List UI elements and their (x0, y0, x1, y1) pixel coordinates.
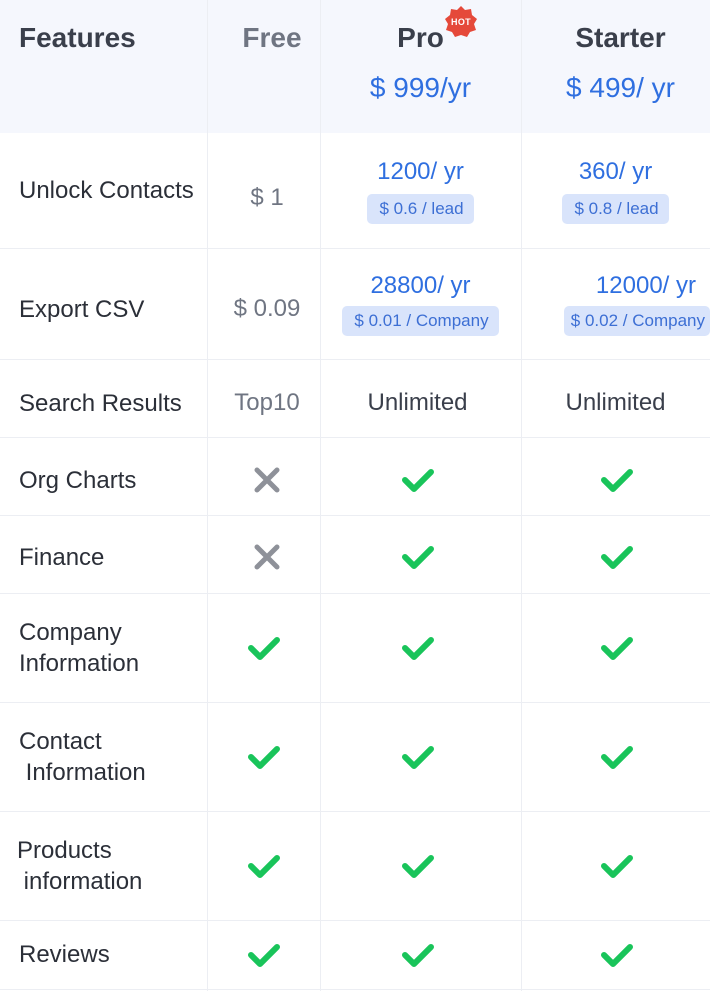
pro-cell (320, 593, 515, 702)
table-row-label: Products information (0, 811, 207, 920)
check-icon (401, 943, 434, 967)
starter-unit-price-chip: $ 0.02 / Company (563, 305, 710, 336)
table-row-label: Org Charts (0, 437, 207, 523)
table-row-label: Finance (0, 515, 207, 599)
feature-label: Finance (19, 543, 105, 571)
table-row-label: Company Information (0, 593, 207, 702)
feature-label: Export CSV (19, 295, 145, 323)
table-row-label: Export CSV (0, 248, 207, 370)
row-divider (0, 989, 710, 990)
free-value: $ 0.09 (233, 295, 301, 322)
pro-cell: 28800/ yr $ 0.01 / Company (320, 248, 521, 359)
check-icon (401, 469, 434, 492)
table-row-label: Reviews (0, 920, 207, 989)
starter-unit-price-chip: $ 0.8 / lead (562, 193, 669, 224)
check-icon (401, 745, 434, 769)
starter-cell (521, 515, 710, 599)
starter-cell (521, 437, 710, 523)
pro-cell: 1200/ yr $ 0.6 / lead (320, 133, 521, 248)
pro-value: Unlimited (367, 389, 468, 416)
feature-label: Search Results (19, 389, 182, 417)
starter-value: Unlimited (565, 389, 666, 416)
feature-label-line2: Information (19, 758, 146, 786)
check-icon (600, 546, 633, 569)
pro-value: 1200/ yr (377, 157, 464, 185)
starter-cell (521, 920, 710, 989)
pro-cell (320, 811, 515, 920)
starter-value: 360/ yr (578, 157, 653, 185)
check-icon (247, 943, 280, 967)
pricing-comparison-table: Features Free Pro $ 999/yr HOT Starter $… (0, 0, 710, 991)
check-icon (600, 745, 633, 769)
free-cell (207, 920, 320, 989)
check-icon (600, 636, 633, 660)
pro-cell (320, 437, 515, 523)
feature-label-line2: Information (19, 649, 140, 677)
free-cell (207, 702, 320, 811)
free-cell (207, 515, 327, 599)
check-icon (600, 943, 633, 967)
pro-plan-price: $ 999/yr (369, 72, 472, 103)
check-icon (247, 636, 280, 660)
starter-cell (521, 702, 710, 811)
hot-badge-icon: HOT (444, 5, 478, 39)
feature-label-line1: Company (19, 618, 122, 646)
table-row-label: Unlock Contacts (0, 133, 207, 248)
free-cell (207, 811, 320, 920)
pro-cell (320, 920, 515, 989)
check-icon (247, 854, 280, 878)
table-row-label: Search Results (0, 359, 207, 447)
starter-cell: 360/ yr $ 0.8 / lead (521, 133, 710, 248)
feature-label: Org Charts (19, 466, 137, 494)
free-cell (207, 437, 327, 523)
hot-badge-text: HOT (451, 17, 471, 27)
pro-cell (320, 702, 515, 811)
free-cell: $ 0.09 (207, 248, 327, 370)
free-plan-header: Free (207, 18, 337, 58)
check-icon (401, 546, 434, 569)
starter-cell: Unlimited (521, 359, 710, 447)
pro-plan-header: Pro $ 999/yr (320, 18, 521, 118)
pro-unit-price-chip: $ 0.6 / lead (367, 193, 474, 224)
free-cell (207, 593, 320, 702)
features-header-label: Features (19, 22, 136, 53)
pro-value: 28800/ yr (370, 271, 471, 299)
feature-label-line1: Products (17, 836, 112, 864)
starter-plan-price: $ 499/ yr (566, 72, 675, 103)
features-column-header: Features (0, 18, 207, 58)
table-row-label: Contact Information (0, 702, 207, 811)
starter-plan-name: Starter (575, 22, 666, 53)
pro-plan-name: Pro (397, 22, 444, 53)
pro-cell: Unlimited (320, 359, 515, 447)
feature-label: Unlock Contacts (19, 177, 194, 204)
starter-value: 12000/ yr (595, 271, 696, 299)
starter-cell (521, 811, 710, 920)
free-cell: $ 1 (207, 133, 327, 262)
check-icon (600, 854, 633, 878)
cross-icon (254, 544, 280, 570)
starter-plan-header: Starter $ 499/ yr (521, 18, 710, 118)
check-icon (247, 745, 280, 769)
check-icon (600, 469, 633, 492)
free-plan-name: Free (242, 22, 302, 53)
check-icon (401, 854, 434, 878)
free-value: Top10 (234, 389, 300, 416)
pro-cell (320, 515, 515, 599)
free-value: $ 1 (250, 183, 284, 211)
pro-unit-price-chip: $ 0.01 / Company (342, 305, 499, 336)
check-icon (401, 636, 434, 660)
feature-label: Reviews (19, 941, 110, 968)
cross-icon (254, 467, 280, 493)
free-cell: Top10 (207, 359, 327, 447)
starter-cell (521, 593, 710, 702)
feature-label-line2: information (17, 867, 143, 895)
starter-cell: 12000/ yr $ 0.02 / Company (521, 248, 710, 359)
feature-label-line1: Contact (19, 727, 102, 755)
